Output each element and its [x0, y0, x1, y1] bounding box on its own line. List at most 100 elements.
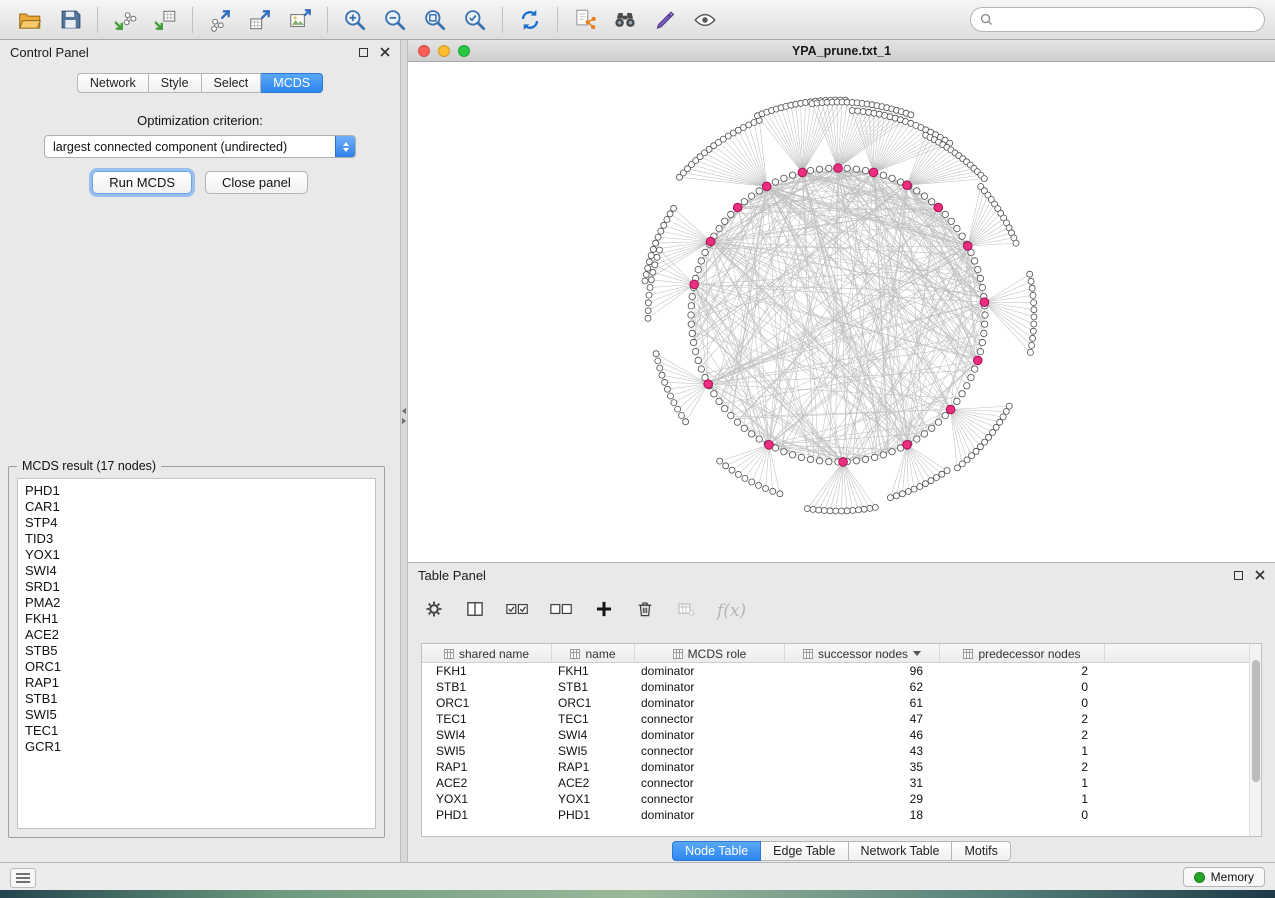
column-header-mcds-role[interactable]: MCDS role — [635, 644, 785, 663]
network-node[interactable] — [749, 479, 755, 485]
network-node[interactable] — [688, 312, 694, 318]
network-node[interactable] — [695, 357, 701, 363]
table-row[interactable]: SWI5SWI5connector431 — [422, 743, 1261, 759]
mcds-result-item[interactable]: ORC1 — [25, 659, 375, 675]
run-mcds-button[interactable]: Run MCDS — [92, 171, 192, 194]
network-node[interactable] — [689, 293, 695, 299]
add-column-icon[interactable] — [594, 599, 614, 624]
network-node[interactable] — [853, 458, 859, 464]
network-node[interactable] — [659, 372, 665, 378]
column-header-shared-name[interactable]: shared name — [422, 644, 552, 663]
network-node[interactable] — [922, 481, 928, 487]
network-node[interactable] — [664, 217, 670, 223]
network-node[interactable] — [1028, 278, 1034, 284]
panel-menu-icon[interactable] — [10, 868, 36, 888]
memory-button[interactable]: Memory — [1183, 867, 1265, 887]
network-node[interactable] — [1013, 240, 1019, 246]
column-header-successor-nodes[interactable]: successor nodes — [785, 644, 940, 663]
tab-network[interactable]: Network — [77, 73, 149, 93]
network-node[interactable] — [1003, 409, 1009, 415]
network-node[interactable] — [838, 508, 844, 514]
table-row[interactable]: SWI4SWI4dominator462 — [422, 727, 1261, 743]
network-node[interactable] — [647, 285, 653, 291]
export-network-icon[interactable] — [200, 4, 240, 36]
network-node[interactable] — [711, 391, 717, 397]
network-node[interactable] — [911, 486, 917, 492]
tab-edge-table[interactable]: Edge Table — [761, 841, 848, 861]
network-node[interactable] — [862, 167, 868, 173]
unselect-all-columns-icon[interactable] — [550, 600, 573, 623]
network-node[interactable] — [702, 249, 708, 255]
network-node[interactable] — [728, 412, 734, 418]
network-node[interactable] — [964, 383, 970, 389]
network-hub-node[interactable] — [706, 237, 715, 246]
network-node[interactable] — [944, 468, 950, 474]
network-node[interactable] — [655, 234, 661, 240]
network-node[interactable] — [959, 391, 965, 397]
network-graph[interactable] — [408, 62, 1275, 562]
network-node[interactable] — [645, 265, 651, 271]
network-hub-node[interactable] — [934, 203, 943, 212]
network-node[interactable] — [1000, 414, 1006, 420]
close-panel-icon[interactable] — [380, 45, 390, 60]
network-node[interactable] — [653, 351, 659, 357]
network-node[interactable] — [804, 506, 810, 512]
network-node[interactable] — [695, 266, 701, 272]
network-hub-node[interactable] — [704, 380, 713, 389]
import-table-icon[interactable] — [145, 4, 185, 36]
network-node[interactable] — [861, 506, 867, 512]
network-node[interactable] — [648, 277, 654, 283]
network-node[interactable] — [648, 253, 654, 259]
network-node[interactable] — [781, 449, 787, 455]
network-node[interactable] — [650, 246, 656, 252]
export-image-icon[interactable] — [280, 4, 320, 36]
network-node[interactable] — [889, 175, 895, 181]
network-hub-node[interactable] — [946, 405, 955, 414]
network-node[interactable] — [855, 108, 861, 114]
table-row[interactable]: RAP1RAP1dominator352 — [422, 759, 1261, 775]
network-node[interactable] — [789, 172, 795, 178]
tab-node-table[interactable]: Node Table — [672, 841, 761, 861]
network-node[interactable] — [929, 425, 935, 431]
network-node[interactable] — [905, 489, 911, 495]
network-node[interactable] — [650, 269, 656, 275]
network-node[interactable] — [756, 436, 762, 442]
network-node[interactable] — [646, 292, 652, 298]
table-settings-gear-icon[interactable] — [424, 599, 444, 624]
network-node[interactable] — [748, 431, 754, 437]
zoom-window-icon[interactable] — [458, 45, 470, 57]
apply-layout-icon[interactable] — [510, 4, 550, 36]
network-hub-node[interactable] — [964, 242, 973, 251]
network-node[interactable] — [645, 315, 651, 321]
select-all-columns-icon[interactable] — [506, 600, 529, 623]
mcds-result-item[interactable]: SRD1 — [25, 579, 375, 595]
network-node[interactable] — [975, 266, 981, 272]
network-node[interactable] — [692, 348, 698, 354]
network-node[interactable] — [844, 508, 850, 514]
network-node[interactable] — [833, 508, 839, 514]
network-node[interactable] — [979, 339, 985, 345]
network-hub-node[interactable] — [980, 298, 989, 307]
network-node[interactable] — [667, 211, 673, 217]
mcds-result-item[interactable]: FKH1 — [25, 611, 375, 627]
network-node[interactable] — [928, 478, 934, 484]
network-node[interactable] — [914, 436, 920, 442]
network-hub-node[interactable] — [839, 458, 848, 467]
network-node[interactable] — [729, 467, 735, 473]
mcds-result-item[interactable]: TEC1 — [25, 723, 375, 739]
column-header-name[interactable]: name — [552, 644, 635, 663]
mcds-result-item[interactable]: PMA2 — [25, 595, 375, 611]
network-node[interactable] — [645, 300, 651, 306]
network-node[interactable] — [942, 412, 948, 418]
network-node[interactable] — [876, 111, 882, 117]
network-hub-node[interactable] — [869, 168, 878, 177]
network-document-icon[interactable] — [565, 4, 605, 36]
network-node[interactable] — [657, 365, 663, 371]
highlight-icon[interactable] — [645, 4, 685, 36]
network-node[interactable] — [741, 425, 747, 431]
table-scrollbar[interactable] — [1249, 644, 1261, 836]
network-node[interactable] — [655, 358, 661, 364]
table-row[interactable]: YOX1YOX1connector291 — [422, 791, 1261, 807]
network-node[interactable] — [1029, 285, 1035, 291]
network-node[interactable] — [977, 275, 983, 281]
